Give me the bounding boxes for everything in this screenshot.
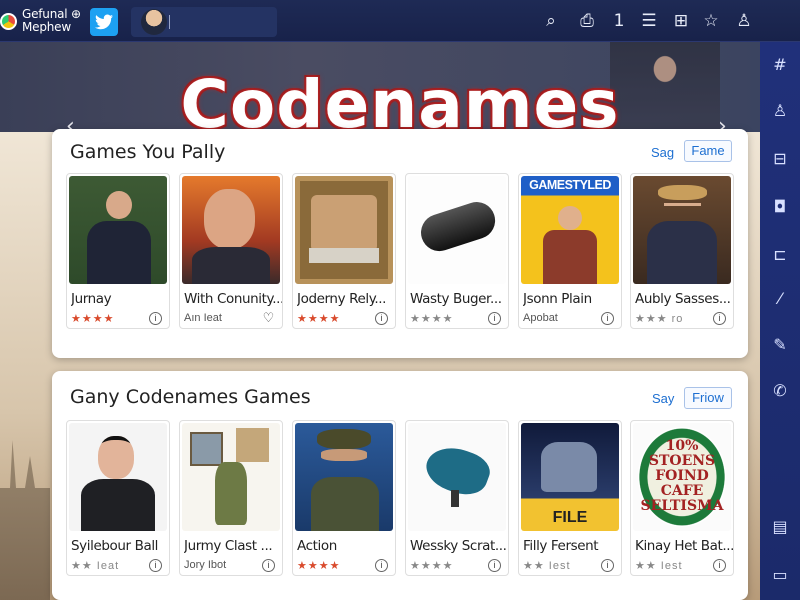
info-icon[interactable]: i <box>713 312 726 325</box>
game-title[interactable]: Action <box>297 538 395 554</box>
game-thumbnail[interactable] <box>408 176 506 284</box>
info-icon[interactable]: i <box>262 559 275 572</box>
game-title[interactable]: Wasty Buger... <box>410 291 508 307</box>
text-cursor <box>169 15 170 29</box>
info-icon[interactable]: i <box>488 312 501 325</box>
user-icon[interactable]: ♙ <box>733 10 755 32</box>
game-title[interactable]: Aubly Sasses... <box>635 291 733 307</box>
hero-banner: Codenames ‹ › <box>0 42 760 162</box>
user-icon[interactable]: ♙ <box>769 100 791 122</box>
star-rating: ★★ Iest <box>635 560 683 572</box>
star-rating: ★★★★ <box>410 313 454 325</box>
game-thumbnail[interactable]: FILE <box>521 423 619 531</box>
game-thumbnail[interactable] <box>69 423 167 531</box>
app-badge[interactable]: Gefunal ⊕ Mephew <box>0 6 86 38</box>
chart-icon[interactable]: ⊟ <box>769 148 791 170</box>
game-card[interactable]: Joderny Rely... ★★★★ i <box>292 173 396 329</box>
game-title[interactable]: Joderny Rely... <box>297 291 395 307</box>
star-rating: ★★★★ <box>297 313 341 325</box>
phone-icon[interactable]: ✆ <box>769 380 791 402</box>
info-icon[interactable]: i <box>713 559 726 572</box>
info-icon[interactable]: i <box>601 559 614 572</box>
star-rating: ★★ Iest <box>523 560 571 572</box>
globe-icon <box>0 13 17 30</box>
car-icon[interactable]: ⊏ <box>769 244 791 266</box>
game-title[interactable]: Jurmy Clast ... <box>184 538 282 554</box>
star-rating: ★★ Ieat <box>71 560 120 572</box>
info-icon[interactable]: i <box>488 559 501 572</box>
game-card[interactable]: Action ★★★★ i <box>292 420 396 576</box>
top-bar: Gefunal ⊕ Mephew ⌕ ⎙ 1 ☰ ⊞ ☆ ♙ <box>0 0 800 42</box>
game-card[interactable]: Wasty Buger... ★★★★ i <box>405 173 509 329</box>
game-card[interactable]: Jurmy Clast ... Jory Ibot i <box>179 420 283 576</box>
game-thumbnail[interactable] <box>182 423 280 531</box>
codenames-games-panel: Gany Codenames Games Say Friow Syilebour… <box>52 371 748 600</box>
game-thumbnail[interactable] <box>69 176 167 284</box>
game-thumbnail[interactable]: GAMESTYLED <box>521 176 619 284</box>
info-icon[interactable]: i <box>601 312 614 325</box>
game-subtitle: Apobat <box>523 312 558 324</box>
game-subtitle: Jory Ibot <box>184 559 227 571</box>
game-thumbnail[interactable] <box>295 423 393 531</box>
info-icon[interactable]: i <box>375 312 388 325</box>
app-badge-line2: Mephew <box>22 20 71 34</box>
game-card[interactable]: FILE Filly Fersent ★★ Iest i <box>518 420 622 576</box>
section-link[interactable]: Say <box>652 391 674 406</box>
game-card[interactable]: Jurnay ★★★★ i <box>66 173 170 329</box>
game-card[interactable]: Aubly Sasses... ★★★ ro i <box>630 173 734 329</box>
game-card[interactable]: Wessky Scrat... ★★★★ i <box>405 420 509 576</box>
game-subtitle: Aın Ieat <box>184 312 222 324</box>
brush-icon[interactable]: ⁄ <box>769 288 791 310</box>
list-icon[interactable]: ☰ <box>638 10 660 32</box>
one-icon[interactable]: 1 <box>608 10 630 32</box>
section-title: Games You Pally <box>70 141 226 163</box>
game-thumbnail[interactable] <box>633 176 731 284</box>
game-title[interactable]: Kinay Het Bat... <box>635 538 733 554</box>
hash-icon[interactable]: # <box>769 54 791 76</box>
star-rating: ★★★ ro <box>635 313 684 325</box>
game-thumbnail[interactable] <box>295 176 393 284</box>
pencil-icon[interactable]: ✎ <box>769 334 791 356</box>
section-button[interactable]: Fame <box>684 140 732 162</box>
star-icon[interactable]: ☆ <box>700 10 722 32</box>
thumbnail-label: FILE <box>552 509 588 526</box>
game-title[interactable]: Wessky Scrat... <box>410 538 508 554</box>
lock-icon[interactable]: ⎙ <box>576 10 598 32</box>
game-card[interactable]: 10% STOENS FOIND CAFE SELTISMA Kinay Het … <box>630 420 734 576</box>
twitter-icon[interactable] <box>90 8 118 36</box>
info-icon[interactable]: i <box>149 559 162 572</box>
search-icon[interactable]: ⌕ <box>540 10 562 32</box>
star-rating: ★★★★ <box>297 560 341 572</box>
game-thumbnail[interactable] <box>408 423 506 531</box>
right-sidebar: # ♙ ⊟ ◘ ⊏ ⁄ ✎ ✆ ▤ ▭ <box>760 42 800 600</box>
grid-icon[interactable]: ⊞ <box>670 10 692 32</box>
game-title[interactable]: Jurnay <box>71 291 169 307</box>
heart-icon[interactable]: ♡ <box>262 311 275 325</box>
games-you-play-panel: Games You Pally Sag Fame Jurnay ★★★★ i With… <box>52 129 748 358</box>
game-card[interactable]: Syilebour Ball ★★ Ieat i <box>66 420 170 576</box>
section-button[interactable]: Friow <box>684 387 732 409</box>
tv-icon[interactable]: ▭ <box>769 564 791 586</box>
game-card[interactable]: With Conunity... Aın Ieat ♡ <box>179 173 283 329</box>
info-icon[interactable]: i <box>375 559 388 572</box>
game-title[interactable]: Jsonn Plain <box>523 291 621 307</box>
star-rating: ★★★★ <box>71 313 115 325</box>
avatar[interactable] <box>141 9 167 35</box>
profile-pill[interactable] <box>131 7 277 37</box>
thumbnail-label: GAMESTYLED <box>529 178 611 192</box>
game-title[interactable]: Syilebour Ball <box>71 538 169 554</box>
section-link[interactable]: Sag <box>651 145 674 160</box>
game-thumbnail[interactable]: 10% STOENS FOIND CAFE SELTISMA <box>633 423 731 531</box>
game-title[interactable]: Filly Fersent <box>523 538 621 554</box>
camera-icon[interactable]: ◘ <box>769 196 791 218</box>
notes-icon[interactable]: ▤ <box>769 516 791 538</box>
info-icon[interactable]: i <box>149 312 162 325</box>
game-card[interactable]: GAMESTYLED Jsonn Plain Apobat i <box>518 173 622 329</box>
star-rating: ★★★★ <box>410 560 454 572</box>
section-title: Gany Codenames Games <box>70 386 311 408</box>
thumbnail-label: 10% STOENS FOIND CAFE SELTISMA <box>640 438 724 514</box>
game-title[interactable]: With Conunity... <box>184 291 282 307</box>
game-thumbnail[interactable] <box>182 176 280 284</box>
